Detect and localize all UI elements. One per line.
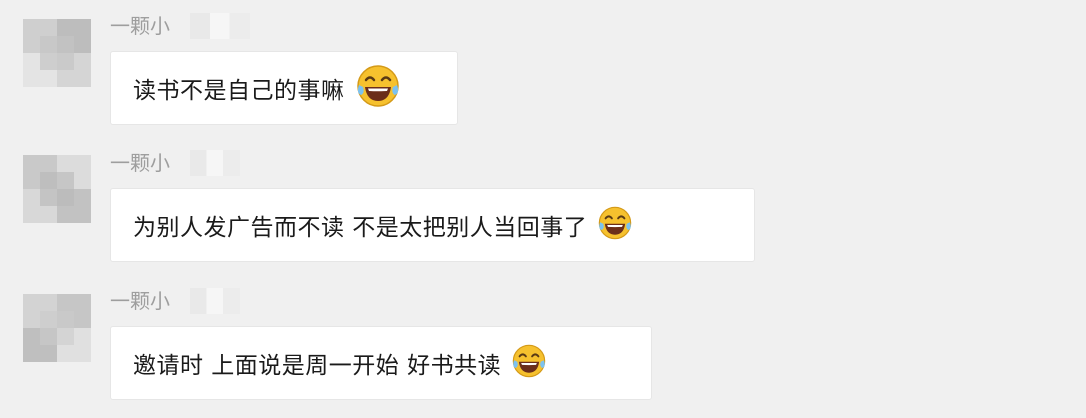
sender-name-row: 一颗小 — [110, 288, 250, 314]
message-text: 为别人发广告而不读 不是太把别人当回事了 — [133, 215, 588, 241]
message-text: 读书不是自己的事嘛 — [133, 78, 345, 104]
sender-name-row: 一颗小 — [110, 13, 250, 39]
message-bubble[interactable]: 邀请时 上面说是周一开始 好书共读 — [110, 326, 652, 400]
message-bubble[interactable]: 为别人发广告而不读 不是太把别人当回事了 — [110, 188, 755, 262]
sender-name: 一颗小 — [110, 289, 170, 313]
avatar[interactable] — [23, 19, 91, 87]
name-mosaic — [190, 150, 240, 176]
name-mosaic — [190, 13, 250, 39]
message-text: 邀请时 上面说是周一开始 好书共读 — [133, 353, 502, 379]
avatar[interactable] — [23, 294, 91, 362]
avatar[interactable] — [23, 155, 91, 223]
sender-name: 一颗小 — [110, 151, 170, 175]
sender-name-row: 一颗小 — [110, 150, 250, 176]
laughing-tears-emoji-icon — [597, 205, 633, 245]
laughing-tears-emoji-icon — [355, 63, 401, 113]
message-bubble[interactable]: 读书不是自己的事嘛 — [110, 51, 458, 125]
sender-name: 一颗小 — [110, 14, 170, 38]
laughing-tears-emoji-icon — [511, 343, 547, 383]
name-mosaic — [190, 288, 240, 314]
